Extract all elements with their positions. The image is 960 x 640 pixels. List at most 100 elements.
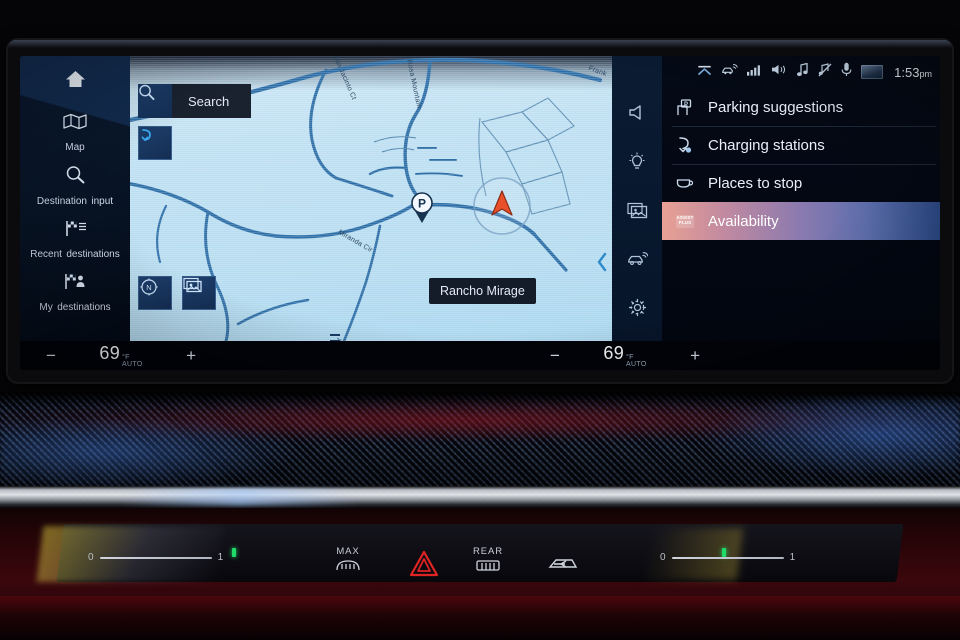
climate-control-left[interactable]: − 69 °F AUTO + [32,341,210,370]
svg-text:P: P [684,101,688,107]
hazard-triangle-icon [409,550,439,577]
assist-badge-line2: PLUS [678,220,692,225]
svg-text:N: N [146,283,151,292]
camera-thumbnail[interactable] [861,65,884,79]
map-search-label: Search [172,84,252,118]
carbon-blue-reflection-right [700,398,960,478]
chevron-up-icon[interactable] [697,63,712,81]
lower-console: 0 1 MAX REAR 0 1 [0,508,960,640]
climate-left-mode: AUTO [122,361,143,368]
front-defrost-icon [336,560,360,571]
map-city-label: Rancho Mirage [429,278,536,304]
sidebar-label-recent-line1: Recent [30,249,62,260]
coffee-cup-icon [676,176,694,190]
lightbulb-icon[interactable] [628,152,646,176]
sidebar-label-recent-line2: destinations [66,249,120,260]
climate-left-increase[interactable]: + [186,347,196,364]
sidebar-label-my-line2: destinations [57,302,111,313]
menu-item-charging-stations[interactable]: Charging stations [662,126,940,164]
charging-plug-icon [676,136,694,154]
menu-item-places-to-stop[interactable]: Places to stop [662,164,940,202]
left-slider-track[interactable] [99,556,212,559]
route-icon [141,129,151,141]
sidebar-item-map[interactable]: Map [20,109,130,161]
suggestions-panel: 1:53pm P Parking suggestions Charging st… [662,56,940,341]
infotainment-screen: Map Destination input Recent destination… [20,56,940,370]
climate-left-value: 69 [99,343,121,363]
search-icon [138,84,172,118]
status-bar: 1:53pm [662,56,940,88]
max-defrost-button[interactable]: MAX [320,546,376,578]
windshield-vent-icon [548,559,578,568]
media-image-icon[interactable] [626,202,648,224]
climate-left-unit: °F [122,354,130,361]
hazard-lights-button[interactable] [409,550,439,582]
sidebar-item-home[interactable] [20,64,130,109]
climate-right-decrease[interactable]: − [550,347,560,364]
infotainment-display-shell: Map Destination input Recent destination… [8,40,952,382]
checkered-flag-person-icon [24,272,126,294]
assist-plus-badge: ASSIST PLUS [676,214,694,228]
climate-right-unit: °F [626,354,634,361]
microphone-icon [841,62,852,82]
display-gloss [8,40,952,48]
sidebar-label-destination-line1: Destination [36,196,87,207]
volume-icon [771,63,787,81]
sidebar-label-map: Map [65,142,85,153]
left-slider-max: 1 [217,552,224,563]
rear-defrost-icon [476,560,500,571]
sidebar-label-destination-line2: input [91,196,114,207]
menu-item-availability[interactable]: ASSIST PLUS Availability [662,202,940,240]
climate-left-decrease[interactable]: − [46,347,56,364]
right-seat-slider[interactable]: 0 1 [660,552,795,563]
menu-label-availability: Availability [708,212,779,230]
search-icon [24,165,126,188]
vehicle-position-indicator [473,177,531,235]
menu-label-places-to-stop: Places to stop [708,174,803,192]
menu-item-parking-suggestions[interactable]: P Parking suggestions [662,88,940,126]
car-assist-icon[interactable] [626,250,649,272]
left-seat-slider[interactable]: 0 1 [88,552,223,563]
map-compass-button[interactable]: N [138,276,172,310]
navigation-sidebar: Map Destination input Recent destination… [20,56,130,341]
quick-access-icon-strip [612,56,662,341]
right-slider-track[interactable] [671,556,784,559]
chrome-highlight [120,488,360,506]
windshield-vent-button[interactable] [540,556,586,577]
panel-collapse-handle[interactable] [596,252,612,286]
car-connectivity-icon [721,63,738,81]
assist-plus-badge-icon: ASSIST PLUS [676,214,694,228]
map-search-button[interactable]: Search [138,84,252,118]
right-slider-min: 0 [660,552,666,563]
compass-icon: N [140,278,158,296]
map-view[interactable]: San Jacinto Ct Santa Rosa Mountain Miran… [130,56,612,341]
climate-right-temperature: 69 °F AUTO [603,343,646,368]
signal-bars-icon [747,63,762,81]
max-defrost-label: MAX [336,546,360,557]
gear-icon[interactable] [628,298,647,322]
console-lower-surface [0,596,960,640]
left-status-led [232,548,236,557]
carbon-blue-reflection-left [0,420,300,490]
sidebar-label-my-line1: My [39,302,53,313]
map-layers-button[interactable] [182,276,216,310]
volume-speaker-icon[interactable] [628,104,647,126]
climate-bar: − 69 °F AUTO + CLIMATE MENU − 69 [20,341,940,370]
climate-right-increase[interactable]: + [690,347,700,364]
sidebar-item-my-destinations[interactable]: My destinations [20,268,130,321]
sidebar-item-destination-input[interactable]: Destination input [20,161,130,215]
parking-suggestion-icon: P [676,98,694,116]
home-icon [24,70,126,92]
left-slider-min: 0 [88,552,94,563]
rear-defrost-button[interactable]: REAR [460,546,516,578]
map-route-button[interactable] [138,126,172,160]
checkered-flag-list-icon [24,219,126,241]
svg-text:P: P [418,197,426,211]
climate-right-value: 69 [603,343,625,363]
climate-left-temperature: 69 °F AUTO [99,343,142,368]
right-slider-max: 1 [789,552,796,563]
climate-right-mode: AUTO [626,361,647,368]
parking-pin-marker[interactable]: P [410,192,434,224]
sidebar-item-recent-destinations[interactable]: Recent destinations [20,215,130,268]
climate-control-right[interactable]: − 69 °F AUTO + [536,341,714,370]
